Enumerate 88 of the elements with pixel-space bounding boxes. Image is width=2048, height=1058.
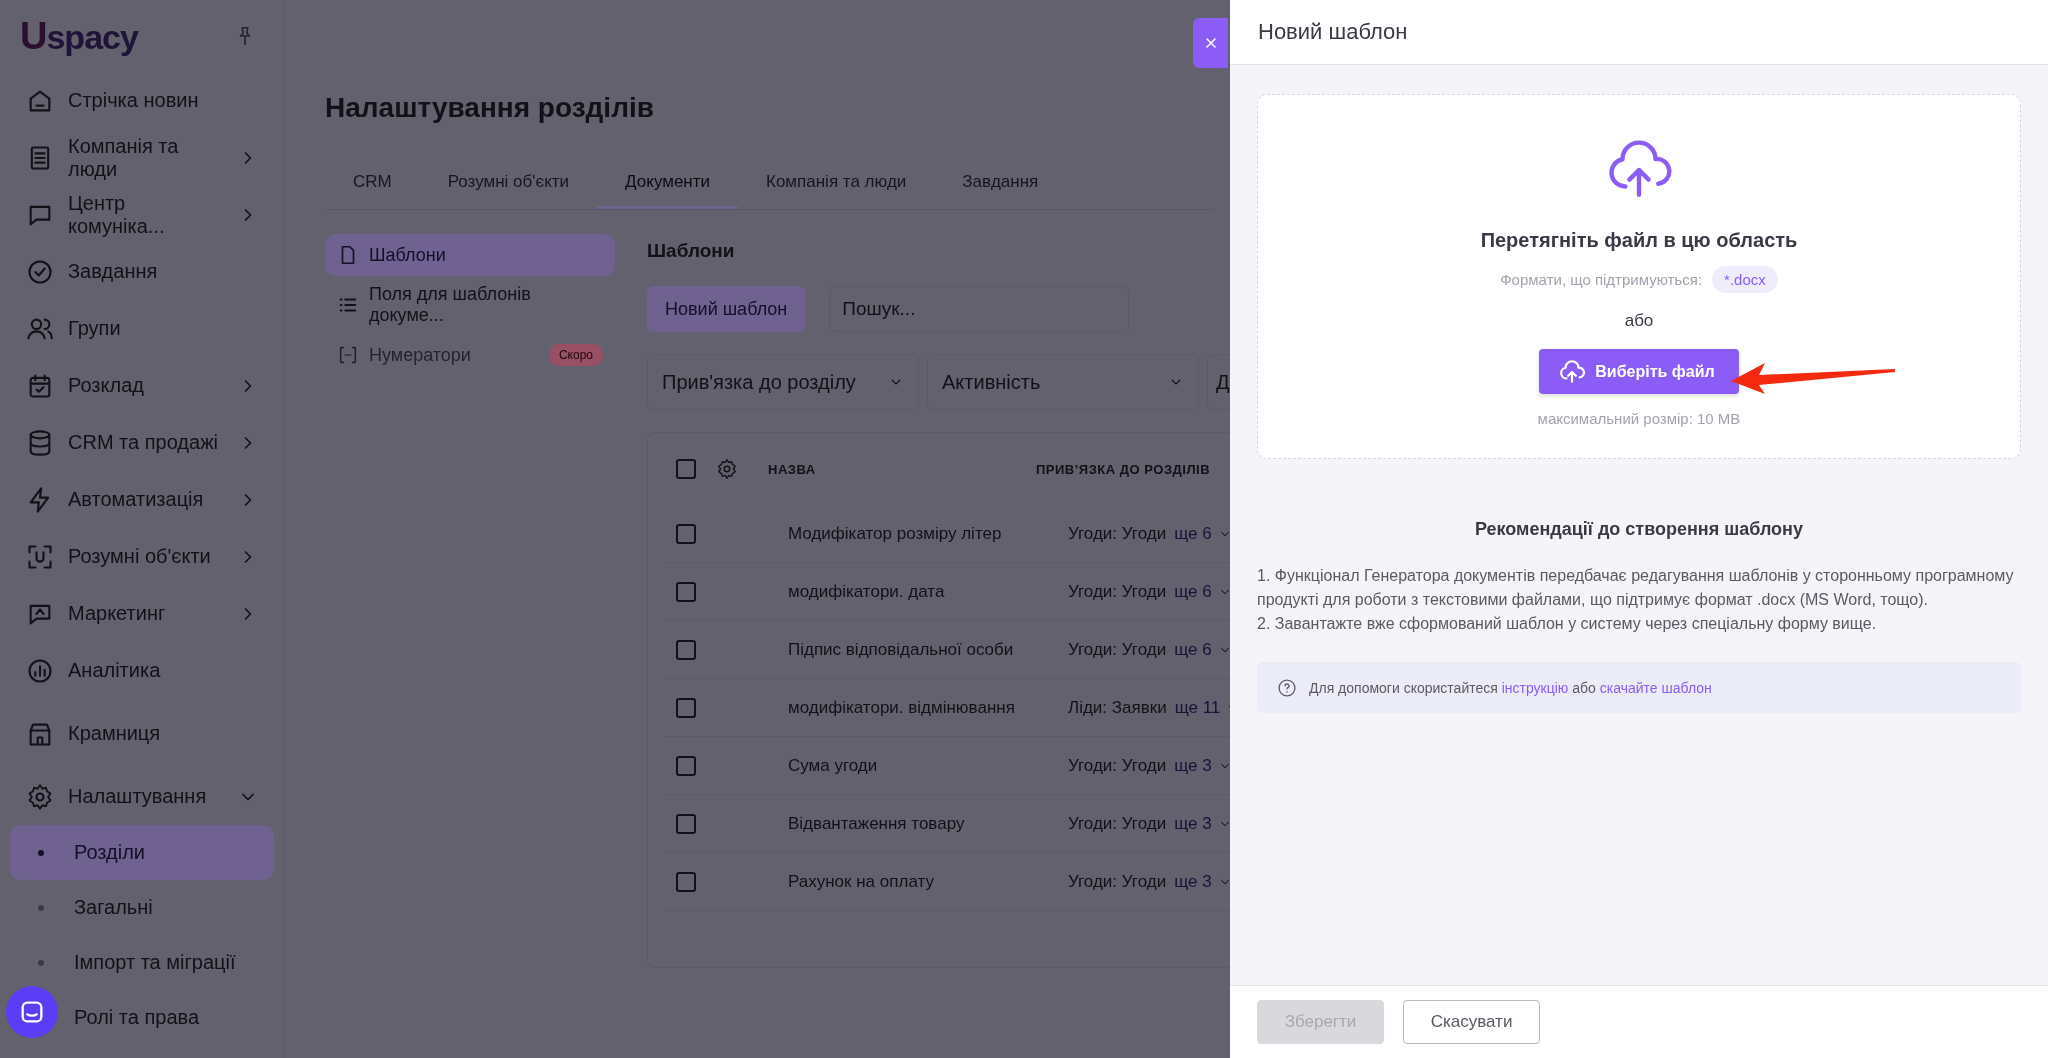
panel-title: Новий шаблон [1258,19,1408,45]
page-title: Налаштування розділів [325,92,654,124]
soon-badge: Скоро [548,344,603,366]
table-cell-text: Рахунок на оплату [788,871,935,892]
nav-item[interactable]: Автоматизація [68,488,224,511]
nav-item[interactable]: Крамниця [68,722,258,745]
settings-icon[interactable] [716,458,738,480]
drop-title: Перетягніть файл в цю область [1480,229,1798,252]
table-cell-text: Модифікатор розміру літер [788,523,1003,544]
file-drop-zone[interactable]: Перетягніть файл в цю область Формати, що підтримуються: *.docx або Виберіть файл максимальний розмір: 10 MB [1257,94,2021,459]
recommendation-text: 1. Функціонал Генератора документів передбачає редагування шаблонів у сторонньому програмному продукті для роботи з текстовими файлами, що підтримує формат .docx (MS Word, тощо). [1257,566,2015,610]
nav-item[interactable]: Стрічка новин [68,89,258,112]
cancel-button[interactable]: Скасувати [1403,1000,1540,1044]
table-cell: Угоди: Угоди [1068,813,1167,834]
nav-subitem[interactable]: Ролі та права [74,1006,200,1029]
nav-item[interactable]: Аналітика [68,659,258,682]
table-cell-text: Сума угоди [788,755,879,776]
select-all-checkbox[interactable] [676,459,696,479]
tab[interactable]: Компанія та люди [738,164,935,209]
more-link[interactable]: ще 6 [1174,581,1212,602]
row-checkbox[interactable] [676,697,696,718]
nav-item[interactable]: Розклад [68,374,224,397]
nav-item[interactable]: CRM та продажі [68,431,224,454]
or-label: або [1624,311,1654,331]
row-checkbox[interactable] [676,523,696,544]
filter-dropdown[interactable]: Д [1207,354,1230,410]
filter-dropdown[interactable]: Прив'язка до розділу [647,354,919,410]
table-cell: Угоди: Угоди [1068,871,1167,892]
tab[interactable]: Розумні об'єкти [419,164,598,209]
more-link[interactable]: ще 11 [1174,697,1221,718]
tab[interactable]: Документи [597,164,738,209]
row-checkbox[interactable] [676,813,696,834]
more-link[interactable]: ще 3 [1174,813,1212,834]
nav-item[interactable]: Групи [68,317,258,340]
cloud-upload-icon [1559,358,1586,385]
check-circle-icon [26,257,54,286]
column-header: ПРИВ’ЯЗКА ДО РОЗДІЛІВ [1036,461,1210,477]
filter-dropdown[interactable]: Активність [927,354,1199,410]
search-field[interactable]: Пошук... [829,286,1130,332]
close-button[interactable] [1193,18,1228,68]
more-link[interactable]: ще 3 [1174,871,1212,892]
row-checkbox[interactable] [676,871,696,892]
table-cell: Угоди: Угоди [1068,639,1167,660]
table-cell-text: Відвантаження товару [788,813,966,834]
logo: Uspacy [20,14,138,58]
more-link[interactable]: ще 3 [1174,755,1212,776]
nav-item[interactable]: Завдання [68,260,258,283]
formats-label: Формати, що підтримуються: [1500,271,1703,288]
scan-icon [26,542,54,571]
table-cell-text: модифікатори. дата [788,581,946,602]
format-tag: *.docx [1712,266,1778,293]
brackets-icon [337,344,359,366]
nav-item[interactable]: Маркетинг [68,602,224,625]
question-icon [1277,677,1297,698]
chart-icon [26,656,54,685]
instruction-link[interactable]: інструкцію [1501,679,1569,696]
tab[interactable]: Завдання [934,164,1067,209]
subnav-item[interactable]: Поля для шаблонів докуме... [325,284,615,326]
row-checkbox[interactable] [676,581,696,602]
table-cell: Угоди: Угоди [1068,581,1167,602]
tab[interactable]: CRM [325,164,420,209]
row-checkbox[interactable] [676,639,696,660]
row-checkbox[interactable] [676,755,696,776]
table-cell: Угоди: Угоди [1068,523,1167,544]
nav-subitem[interactable]: Імпорт та міграції [74,951,236,974]
nav-subitem[interactable]: Загальні [74,896,153,919]
download-template-link[interactable]: скачайте шаблон [1599,679,1712,696]
gear-icon [26,782,54,811]
section-title: Шаблони [647,240,735,262]
choose-file-button[interactable]: Виберіть файл [1539,349,1739,394]
more-link[interactable]: ще 6 [1174,523,1212,544]
recommendation-text: 2. Завантажте вже сформований шаблон у систему через спеціальну форму вище. [1257,614,1878,634]
recommendations-title: Рекомендації до створення шаблону [1474,519,1804,540]
help-text: Для допомоги скористайтеся інструкцію або скачайте шаблон [1309,679,1712,696]
nav-item[interactable]: Центр комуніка... [68,191,224,238]
table-cell-text: Підпис відповідальної особи [788,639,1015,660]
table-cell-text: модифікатори. відмінювання [788,697,1016,718]
nav-item[interactable]: Налаштування [68,785,224,808]
max-size-note: максимальний розмір: 10 MB [1537,410,1741,427]
nav-subitem[interactable]: Розділи [10,825,274,880]
table-cell: Ліди: Заявки [1068,697,1167,718]
nav-item[interactable]: Компанія та люди [68,134,224,181]
new-template-button[interactable]: Новий шаблон [647,286,806,332]
more-link[interactable]: ще 6 [1174,639,1212,660]
column-header: НАЗВА [768,461,817,477]
nav-item[interactable]: Розумні об'єкти [68,545,224,568]
subnav-item[interactable]: Шаблони [325,234,615,276]
table-cell: Угоди: Угоди [1068,755,1167,776]
